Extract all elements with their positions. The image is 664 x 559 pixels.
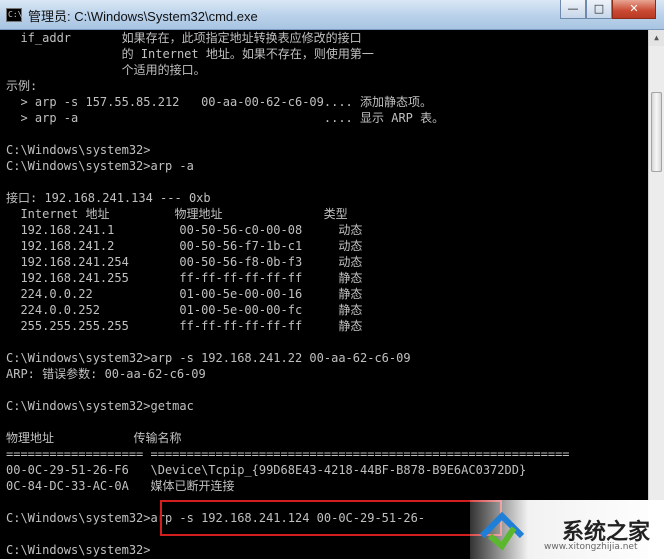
console-line: > arp -a .... 显示 ARP 表。 (6, 111, 445, 125)
console-line: 接口: 192.168.241.134 --- 0xb (6, 191, 211, 205)
console-line: C:\Windows\system32> (6, 143, 151, 157)
console-line: 示例: (6, 79, 38, 93)
maximize-button[interactable]: □ (586, 0, 612, 19)
watermark: 系统之家 www.xitongzhijia.net (470, 500, 664, 559)
console-line: 的 Internet 地址。如果不存在，则使用第一 (6, 47, 374, 61)
console-line: 00-0C-29-51-26-F6 \Device\Tcpip_{99D68E4… (6, 463, 527, 477)
minimize-button[interactable]: — (560, 0, 586, 19)
console-output[interactable]: if_addr 如果存在，此项指定地址转换表应修改的接口 的 Internet … (0, 30, 648, 559)
vertical-scrollbar[interactable]: ▲ ▼ (648, 30, 664, 559)
close-button[interactable]: ✕ (612, 0, 656, 19)
console-line: 224.0.0.252 01-00-5e-00-00-fc 静态 (6, 303, 363, 317)
console-line: 0C-84-DC-33-AC-0A 媒体已断开连接 (6, 479, 235, 493)
window-controls: — □ ✕ (560, 0, 656, 20)
watermark-logo-icon (479, 511, 525, 551)
console-line: 192.168.241.255 ff-ff-ff-ff-ff-ff 静态 (6, 271, 363, 285)
console-line: Internet 地址 物理地址 类型 (6, 207, 348, 221)
console-line: 224.0.0.22 01-00-5e-00-00-16 静态 (6, 287, 363, 301)
console-line: 192.168.241.2 00-50-56-f7-1b-c1 动态 (6, 239, 363, 253)
console-line: =================== ====================… (6, 447, 570, 461)
scroll-up-arrow-icon[interactable]: ▲ (649, 30, 664, 46)
console-line: 192.168.241.254 00-50-56-f8-0b-f3 动态 (6, 255, 363, 269)
command-highlight-box (160, 500, 502, 536)
console-line: ARP: 错误参数: 00-aa-62-c6-09 (6, 367, 206, 381)
console-line: 192.168.241.1 00-50-56-c0-00-08 动态 (6, 223, 363, 237)
watermark-url: www.xitongzhijia.net (544, 542, 638, 552)
cmd-icon: C:\ (6, 8, 22, 22)
console-line: C:\Windows\system32>arp -s 192.168.241.2… (6, 351, 411, 365)
scrollbar-thumb[interactable] (651, 92, 662, 172)
console-line: 255.255.255.255 ff-ff-ff-ff-ff-ff 静态 (6, 319, 363, 333)
console-line: if_addr 如果存在，此项指定地址转换表应修改的接口 (6, 31, 362, 45)
console-line: 物理地址 传输名称 (6, 431, 182, 445)
title-bar[interactable]: C:\ 管理员: C:\Windows\System32\cmd.exe — □… (0, 0, 664, 30)
console-line: C:\Windows\system32>arp -a (6, 159, 194, 173)
console-line: C:\Windows\system32>getmac (6, 399, 194, 413)
console-line: > arp -s 157.55.85.212 00-aa-00-62-c6-09… (6, 95, 433, 109)
window-title: 管理员: C:\Windows\System32\cmd.exe (28, 9, 258, 24)
console-line: 个适用的接口。 (6, 63, 206, 77)
